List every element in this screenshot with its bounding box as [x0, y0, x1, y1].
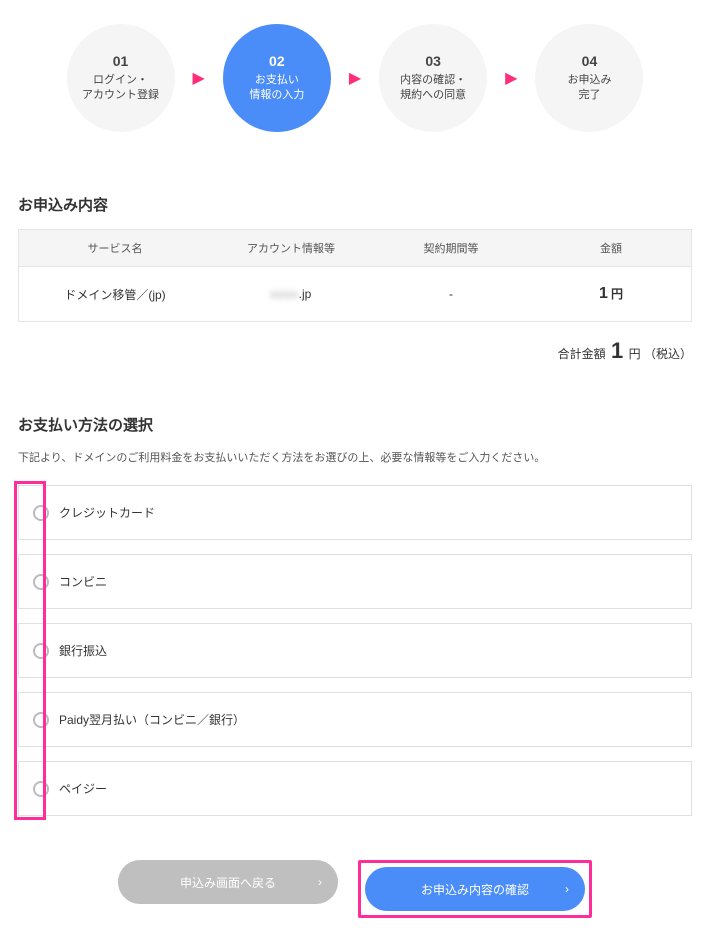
step-4: 04 お申込み完了	[535, 24, 643, 132]
total-unit: 円	[629, 347, 641, 361]
chevron-right-icon: ›	[318, 875, 322, 889]
radio-icon	[33, 505, 49, 521]
step-label: 内容の確認・規約への同意	[400, 73, 466, 104]
radio-icon	[33, 574, 49, 590]
total-value: 1	[611, 338, 623, 363]
cell-amount: 1円	[531, 285, 691, 303]
col-period: 契約期間等	[371, 240, 531, 256]
confirm-button[interactable]: お申込み内容の確認 ›	[365, 867, 585, 911]
option-label: 銀行振込	[59, 642, 107, 659]
order-heading: お申込み内容	[18, 194, 692, 215]
radio-icon	[33, 643, 49, 659]
highlight-box-icon: お申込み内容の確認 ›	[358, 860, 592, 918]
payment-option-credit-card[interactable]: クレジットカード	[18, 485, 692, 540]
order-table-header: サービス名 アカウント情報等 契約期間等 金額	[18, 229, 692, 267]
payment-option-paidy[interactable]: Paidy翌月払い（コンビニ／銀行）	[18, 692, 692, 747]
footer-actions: 申込み画面へ戻る › お申込み内容の確認 ›	[0, 830, 710, 946]
total-tax: （税込）	[644, 347, 692, 361]
order-table-row: ドメイン移管／(jp) xxxx.jp - 1円	[18, 267, 692, 322]
option-label: コンビニ	[59, 573, 107, 590]
step-label: ログイン・アカウント登録	[82, 73, 159, 104]
step-2: 02 お支払い情報の入力	[223, 24, 331, 132]
col-amount: 金額	[531, 240, 691, 256]
step-num: 03	[425, 53, 441, 69]
total-label: 合計金額	[558, 347, 606, 361]
cell-account: xxxx.jp	[211, 287, 371, 301]
step-label: お支払い情報の入力	[249, 73, 304, 104]
chevron-right-icon: ▶	[505, 68, 517, 88]
step-label: お申込み完了	[567, 73, 611, 104]
payment-heading: お支払い方法の選択	[18, 414, 692, 435]
payment-option-payeasy[interactable]: ペイジー	[18, 761, 692, 816]
chevron-right-icon: ›	[565, 882, 569, 896]
payment-option-convenience-store[interactable]: コンビニ	[18, 554, 692, 609]
payment-section: お支払い方法の選択 下記より、ドメインのご利用料金をお支払いいただく方法をお選び…	[0, 414, 710, 465]
payment-subtext: 下記より、ドメインのご利用料金をお支払いいただく方法をお選びの上、必要な情報等を…	[18, 449, 692, 465]
radio-icon	[33, 712, 49, 728]
cell-period: -	[371, 287, 531, 301]
payment-options: クレジットカード コンビニ 銀行振込 Paidy翌月払い（コンビニ／銀行） ペイ…	[0, 485, 710, 816]
radio-icon	[33, 781, 49, 797]
payment-option-bank-transfer[interactable]: 銀行振込	[18, 623, 692, 678]
option-label: ペイジー	[59, 780, 107, 797]
option-label: クレジットカード	[59, 504, 155, 521]
cell-service: ドメイン移管／(jp)	[19, 286, 211, 303]
chevron-right-icon: ▶	[193, 68, 205, 88]
back-button[interactable]: 申込み画面へ戻る ›	[118, 860, 338, 904]
step-num: 02	[269, 53, 285, 69]
progress-stepper: 01 ログイン・アカウント登録 ▶ 02 お支払い情報の入力 ▶ 03 内容の確…	[0, 0, 710, 144]
amount-value: 1	[599, 285, 608, 302]
back-button-label: 申込み画面へ戻る	[180, 874, 276, 891]
step-num: 01	[113, 53, 129, 69]
chevron-right-icon: ▶	[349, 68, 361, 88]
step-3: 03 内容の確認・規約への同意	[379, 24, 487, 132]
confirm-button-label: お申込み内容の確認	[421, 881, 529, 898]
col-service: サービス名	[19, 240, 211, 256]
option-label: Paidy翌月払い（コンビニ／銀行）	[59, 711, 245, 728]
step-num: 04	[582, 53, 598, 69]
account-suffix: .jp	[299, 287, 312, 301]
account-masked: xxxx	[271, 287, 299, 301]
order-total: 合計金額 1 円 （税込）	[18, 338, 692, 364]
order-section: お申込み内容 サービス名 アカウント情報等 契約期間等 金額 ドメイン移管／(j…	[0, 194, 710, 364]
amount-unit: 円	[611, 287, 623, 301]
step-1: 01 ログイン・アカウント登録	[67, 24, 175, 132]
col-account: アカウント情報等	[211, 240, 371, 256]
